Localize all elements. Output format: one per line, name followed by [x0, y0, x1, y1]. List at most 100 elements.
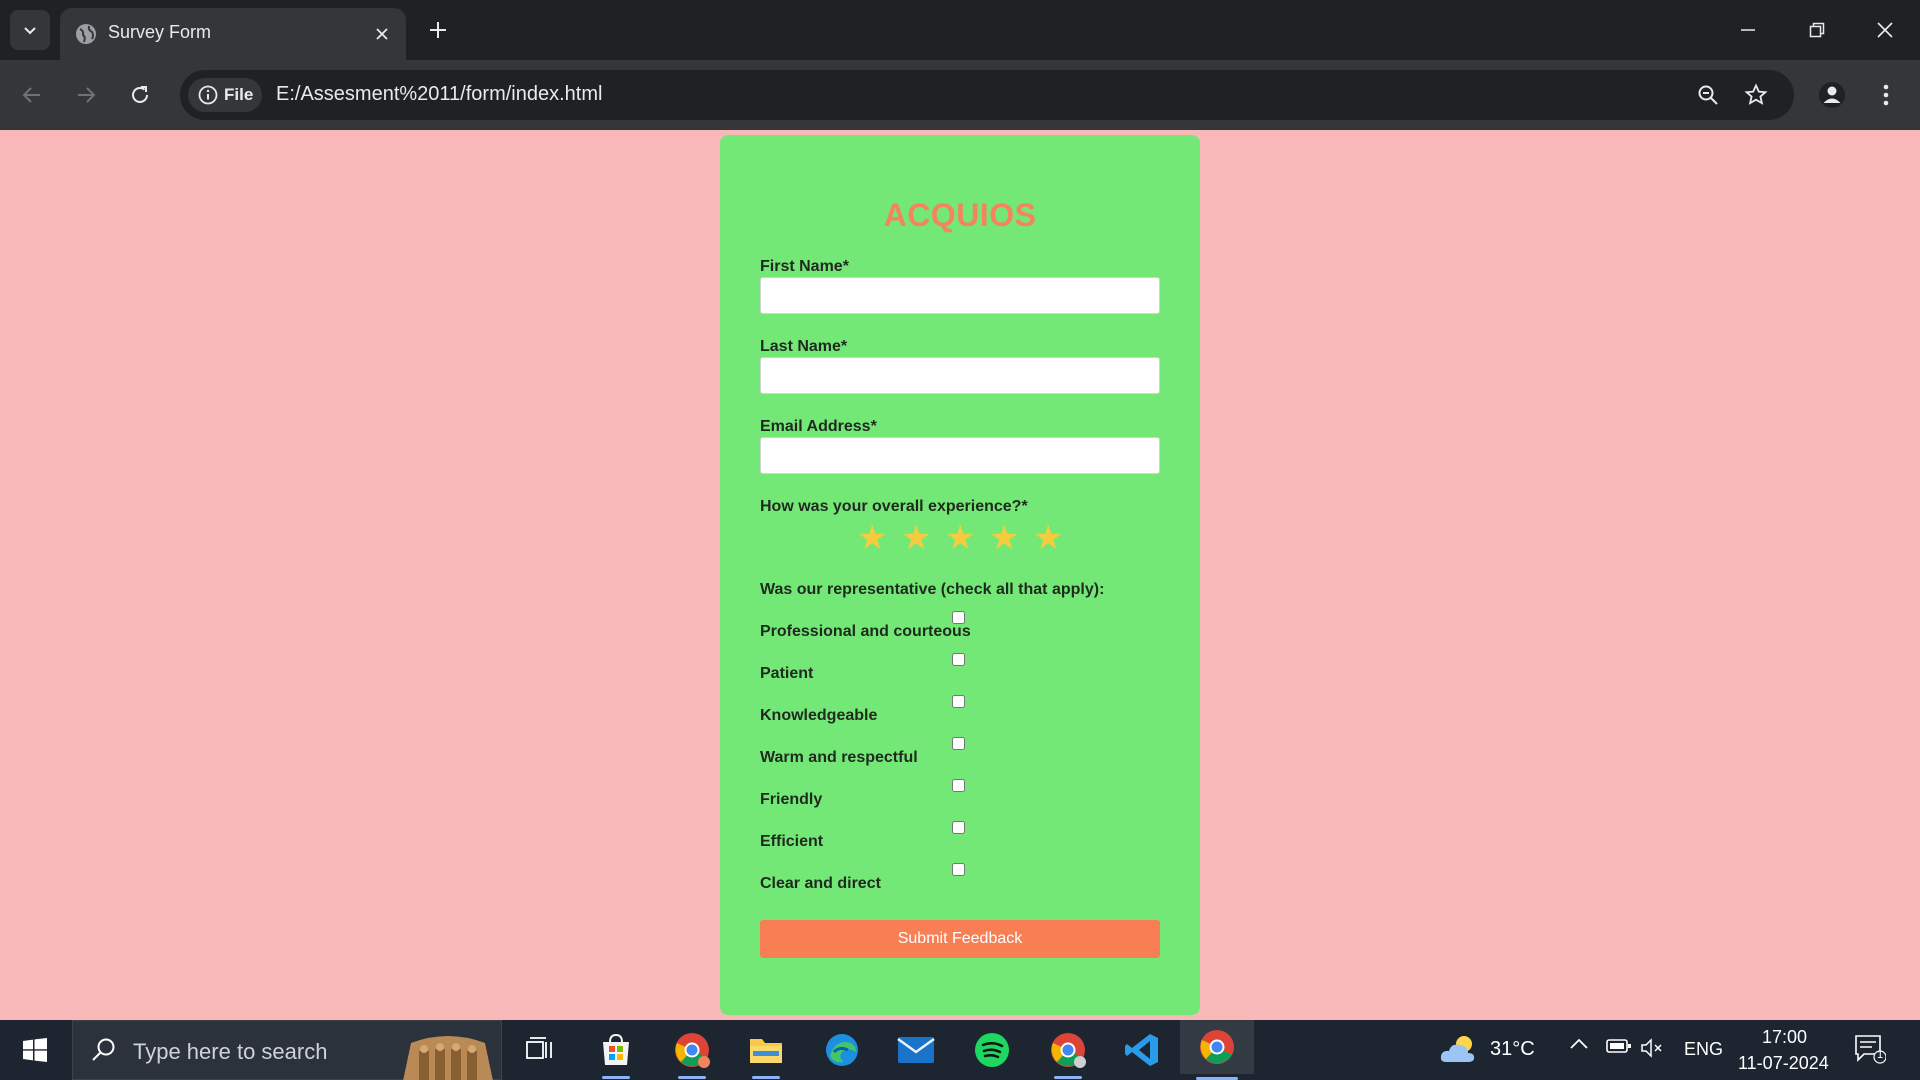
volume-muted-icon: [1641, 1038, 1662, 1058]
microsoft-store-icon: [603, 1033, 629, 1065]
avatar-icon: [1819, 82, 1845, 108]
restore-icon: [1809, 22, 1825, 38]
back-button[interactable]: [14, 77, 50, 113]
taskbar-chrome-guest[interactable]: [1040, 1026, 1096, 1079]
first-name-input[interactable]: [760, 277, 1160, 314]
option-checkbox-knowledgeable[interactable]: [952, 695, 965, 708]
arrow-right-icon: [78, 87, 96, 103]
last-name-label: Last Name*: [760, 338, 848, 355]
url-text[interactable]: E:/Assesment%2011/form/index.html: [276, 83, 602, 106]
restore-button[interactable]: [1797, 10, 1837, 50]
taskbar: Type here to search 31°C ENG 17:00 11-07…: [0, 1020, 1920, 1080]
weather-temperature[interactable]: 31°C: [1490, 1038, 1535, 1061]
taskbar-mail[interactable]: [888, 1026, 944, 1074]
zoom-icon: [1698, 85, 1718, 105]
option-label: Efficient: [760, 833, 824, 850]
running-indicator: [678, 1076, 706, 1079]
browser-toolbar: File E:/Assesment%2011/form/index.html: [0, 60, 1920, 130]
rating-star-icon[interactable]: ★: [857, 520, 887, 556]
edge-icon: [826, 1034, 858, 1066]
globe-icon: [76, 24, 96, 44]
site-info-chip[interactable]: File: [188, 78, 262, 112]
new-tab-button[interactable]: [422, 14, 454, 46]
minimize-icon: [1741, 29, 1755, 31]
task-view-button[interactable]: [512, 1026, 568, 1074]
temple-illustration: [403, 1036, 493, 1080]
forward-button[interactable]: [68, 77, 104, 113]
taskbar-search-box[interactable]: Type here to search: [72, 1020, 502, 1080]
clock-time[interactable]: 17:00: [1762, 1027, 1807, 1048]
battery-status[interactable]: [1606, 1038, 1632, 1054]
task-view-icon: [526, 1037, 552, 1059]
star-outline-icon: [1744, 83, 1768, 105]
plus-icon: [430, 22, 446, 38]
folder-icon: [750, 1039, 782, 1063]
notification-center-button[interactable]: 1: [1854, 1034, 1886, 1064]
arrow-left-icon: [22, 87, 40, 103]
option-checkbox-patient[interactable]: [952, 653, 965, 666]
battery-icon: [1606, 1039, 1631, 1053]
rating-star-icon[interactable]: ★: [989, 520, 1019, 556]
chevron-down-icon: [24, 27, 36, 35]
close-tab-icon[interactable]: [370, 22, 394, 46]
last-name-input[interactable]: [760, 357, 1160, 394]
windows-logo-icon: [23, 1038, 47, 1062]
taskbar-edge[interactable]: [814, 1026, 870, 1074]
taskbar-file-explorer[interactable]: [738, 1026, 794, 1079]
taskbar-chrome-profile[interactable]: [664, 1026, 720, 1079]
info-icon: [198, 85, 218, 105]
email-label: Email Address*: [760, 418, 877, 435]
taskbar-vscode[interactable]: [1114, 1026, 1170, 1074]
volume-control[interactable]: [1640, 1038, 1664, 1058]
reload-icon: [132, 86, 148, 103]
show-hidden-icons-button[interactable]: [1570, 1038, 1588, 1050]
option-label: Warm and respectful: [760, 749, 918, 766]
chrome-icon: [1051, 1033, 1086, 1068]
option-label: Professional and courteous: [760, 623, 971, 640]
address-bar[interactable]: File E:/Assesment%2011/form/index.html: [180, 70, 1794, 120]
taskbar-spotify[interactable]: [964, 1026, 1020, 1074]
taskbar-app-store[interactable]: [588, 1026, 644, 1079]
rating-star-icon[interactable]: ★: [945, 520, 975, 556]
bookmark-button[interactable]: [1740, 79, 1772, 111]
tab-title: Survey Form: [108, 22, 212, 42]
option-checkbox-warm[interactable]: [952, 737, 965, 750]
minimize-button[interactable]: [1728, 10, 1768, 50]
mail-icon: [897, 1037, 935, 1063]
option-label: Clear and direct: [760, 875, 881, 892]
tab-search-button[interactable]: [10, 10, 50, 50]
brand-title: ACQUIOS: [883, 197, 1037, 233]
taskbar-chrome-active[interactable]: [1180, 1020, 1254, 1080]
weather-widget[interactable]: [1440, 1034, 1478, 1064]
option-checkbox-clear[interactable]: [952, 863, 965, 876]
rating-star-icon[interactable]: ★: [1033, 520, 1063, 556]
close-window-button[interactable]: [1865, 10, 1905, 50]
chevron-up-icon: [1570, 1038, 1588, 1049]
email-input[interactable]: [760, 437, 1160, 474]
experience-question: How was your overall experience?*: [760, 498, 1028, 515]
cloudy-weather-icon: [1440, 1036, 1475, 1062]
chrome-icon: [1200, 1030, 1234, 1064]
search-icon: [92, 1038, 115, 1061]
submit-feedback-button[interactable]: Submit Feedback: [760, 920, 1160, 958]
search-placeholder: Type here to search: [133, 1039, 328, 1064]
profile-button[interactable]: [1814, 77, 1850, 113]
clock-date[interactable]: 11-07-2024: [1738, 1053, 1829, 1074]
close-icon: [1877, 22, 1893, 38]
option-label: Patient: [760, 665, 814, 682]
running-indicator: [752, 1076, 780, 1079]
site-chip-label: File: [224, 85, 254, 104]
reload-button[interactable]: [122, 77, 158, 113]
option-checkbox-efficient[interactable]: [952, 821, 965, 834]
page-viewport: ACQUIOS First Name* Last Name* Email Add…: [0, 130, 1920, 1020]
notification-count: 1: [1877, 1049, 1884, 1061]
start-button[interactable]: [0, 1020, 70, 1080]
input-language[interactable]: ENG: [1684, 1039, 1723, 1060]
rating-star-icon[interactable]: ★: [901, 520, 931, 556]
vscode-icon: [1125, 1034, 1158, 1066]
zoom-button[interactable]: [1692, 79, 1724, 111]
option-checkbox-friendly[interactable]: [952, 779, 965, 792]
running-indicator: [602, 1076, 630, 1079]
browser-tab[interactable]: Survey Form: [60, 8, 406, 60]
browser-menu-button[interactable]: [1870, 77, 1902, 113]
